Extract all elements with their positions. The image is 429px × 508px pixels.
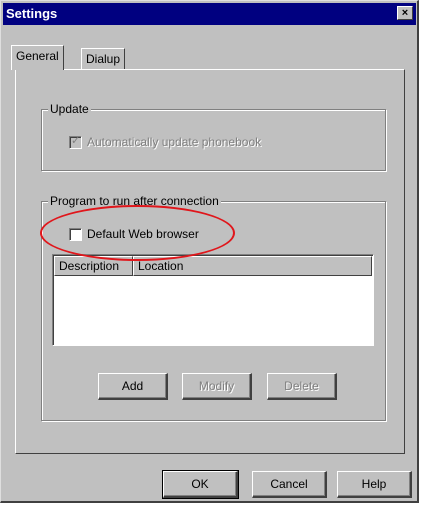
- close-icon: ×: [401, 7, 409, 19]
- ok-button[interactable]: OK: [162, 470, 239, 499]
- button-label: Delete: [284, 379, 319, 393]
- window-title: Settings: [6, 6, 58, 21]
- auto-update-label: Automatically update phonebook: [87, 135, 262, 149]
- close-button[interactable]: ×: [397, 6, 413, 20]
- program-group-label: Program to run after connection: [48, 194, 221, 208]
- button-label: Modify: [198, 379, 235, 393]
- add-button[interactable]: Add: [98, 373, 168, 400]
- settings-dialog: Settings × General Dialup Update ✓ Autom…: [0, 0, 419, 503]
- default-browser-checkbox-row: Default Web browser: [69, 226, 199, 242]
- default-browser-checkbox[interactable]: [69, 227, 82, 241]
- auto-update-checkbox-row: ✓ Automatically update phonebook: [69, 134, 261, 150]
- tab-label: Dialup: [86, 52, 121, 66]
- column-header-location[interactable]: Location: [133, 256, 372, 276]
- tab-label: General: [16, 49, 59, 63]
- button-label: Help: [361, 477, 387, 491]
- help-button[interactable]: Help: [337, 471, 412, 498]
- column-header-description[interactable]: Description: [54, 256, 133, 276]
- title-bar: Settings ×: [3, 3, 416, 25]
- column-header-label: Location: [138, 259, 184, 273]
- update-group: Update ✓ Automatically update phonebook: [41, 102, 386, 171]
- program-list[interactable]: Description Location: [52, 254, 374, 346]
- default-browser-label: Default Web browser: [87, 227, 199, 241]
- update-group-label: Update: [48, 102, 91, 116]
- button-label: OK: [191, 477, 209, 491]
- tab-dialup[interactable]: Dialup: [81, 48, 126, 69]
- modify-button[interactable]: Modify: [182, 373, 252, 400]
- auto-update-checkbox[interactable]: ✓: [69, 134, 82, 149]
- tab-general[interactable]: General: [11, 45, 64, 70]
- column-header-label: Description: [59, 259, 120, 273]
- button-label: Add: [121, 379, 144, 393]
- checkmark-icon: ✓: [71, 134, 81, 147]
- delete-button[interactable]: Delete: [267, 373, 337, 400]
- cancel-button[interactable]: Cancel: [252, 471, 327, 498]
- button-label: Cancel: [270, 477, 308, 491]
